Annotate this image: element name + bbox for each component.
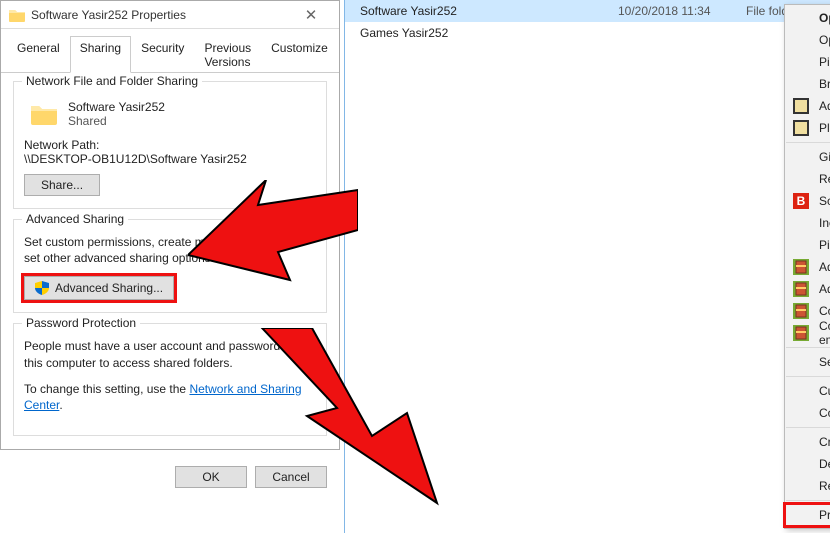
dialog-folder-icon: [9, 8, 25, 22]
menu-item-play-with-mpc-hc[interactable]: Play with MPC-HC: [785, 117, 830, 139]
properties-dialog: Software Yasir252 Properties ✕ General S…: [0, 0, 340, 450]
dialog-buttons: OK Cancel: [1, 454, 339, 500]
menu-item-browse-in-adobe-bridge-cs6[interactable]: Browse in Adobe Bridge CS6: [785, 73, 830, 95]
file-name: Software Yasir252: [360, 4, 610, 18]
file-date: 10/20/2018 11:34: [618, 4, 738, 18]
password-setting-line: To change this setting, use the Network …: [24, 381, 316, 413]
menu-item-pin-to-quick-access[interactable]: Pin to Quick access: [785, 51, 830, 73]
file-row[interactable]: Software Yasir25210/20/2018 11:34File fo…: [344, 0, 830, 22]
menu-item-label: Open in new window: [819, 33, 830, 47]
tabs: General Sharing Security Previous Versio…: [1, 29, 339, 73]
menu-separator: [786, 500, 830, 501]
menu-separator: [786, 142, 830, 143]
menu-item-label: Scan files with Bitdefender Antivirus Fr…: [819, 194, 830, 208]
menu-item-label: Play with MPC-HC: [819, 121, 830, 135]
menu-item-label: Add to archive...: [819, 260, 830, 274]
menu-item-label: Restore previous versions: [819, 172, 830, 186]
menu-item-compress-to-software-yasir252-rar-and-email[interactable]: Compress to "Software Yasir252.rar" and …: [785, 322, 830, 344]
titlebar: Software Yasir252 Properties ✕: [1, 1, 339, 29]
menu-item-label: Open: [819, 11, 830, 25]
network-path-label: Network Path:: [24, 138, 316, 152]
menu-item-label: Include in library: [819, 216, 830, 230]
advanced-sharing-group: Advanced Sharing Set custom permissions,…: [13, 219, 327, 313]
menu-item-label: Delete: [819, 457, 830, 471]
winrar-icon: [793, 303, 809, 319]
context-menu: Open Open in new window Pin to Quick acces…: [784, 4, 830, 529]
advanced-sharing-desc: Set custom permissions, create multiple …: [24, 234, 316, 266]
menu-item-label: Give access to: [819, 150, 830, 164]
folder-status: Shared: [68, 114, 165, 128]
menu-item-create-shortcut[interactable]: Create shortcut: [785, 431, 830, 453]
winrar-icon: [793, 281, 809, 297]
svg-text:B: B: [797, 194, 806, 208]
menu-item-delete[interactable]: Delete: [785, 453, 830, 475]
menu-separator: [786, 427, 830, 428]
ok-button[interactable]: OK: [175, 466, 247, 488]
menu-item-label: Create shortcut: [819, 435, 830, 449]
network-path: \\DESKTOP-OB1U12D\Software Yasir252: [24, 152, 316, 166]
close-icon[interactable]: ✕: [291, 6, 331, 24]
bitdefender-icon: B: [793, 193, 809, 209]
winrar-icon: [793, 259, 809, 275]
menu-item-include-in-library[interactable]: Include in library〉: [785, 212, 830, 234]
network-sharing-group: Network File and Folder Sharing Software…: [13, 81, 327, 209]
menu-item-label: Pin to Quick access: [819, 55, 830, 69]
password-setting-prefix: To change this setting, use the: [24, 382, 189, 396]
menu-item-pin-to-start[interactable]: Pin to Start: [785, 234, 830, 256]
menu-item-open[interactable]: Open: [785, 7, 830, 29]
group-title: Network File and Folder Sharing: [22, 74, 202, 88]
menu-item-add-to-software-yasir252-rar[interactable]: Add to "Software Yasir252.rar": [785, 278, 830, 300]
folder-name: Software Yasir252: [68, 100, 165, 114]
file-row[interactable]: Games Yasir252: [344, 22, 830, 44]
tab-security[interactable]: Security: [131, 36, 194, 73]
password-desc: People must have a user account and pass…: [24, 338, 316, 370]
group-title: Advanced Sharing: [22, 212, 128, 226]
menu-item-label: Compress to "Software Yasir252.rar" and …: [819, 319, 830, 347]
menu-item-cut[interactable]: Cut: [785, 380, 830, 402]
menu-item-give-access-to[interactable]: Give access to〉: [785, 146, 830, 168]
menu-item-restore-previous-versions[interactable]: Restore previous versions: [785, 168, 830, 190]
menu-separator: [786, 376, 830, 377]
explorer-pane: Software Yasir25210/20/2018 11:34File fo…: [344, 0, 830, 533]
dialog-title: Software Yasir252 Properties: [31, 8, 291, 22]
password-protection-group: Password Protection People must have a u…: [13, 323, 327, 436]
menu-item-scan-files-with-bitdefender-antivirus-free[interactable]: B Scan files with Bitdefender Antivirus F…: [785, 190, 830, 212]
menu-item-label: Compress and email...: [819, 304, 830, 318]
menu-item-label: Cut: [819, 384, 830, 398]
menu-item-copy[interactable]: Copy: [785, 402, 830, 424]
menu-item-label: Send to: [819, 355, 830, 369]
menu-item-properties[interactable]: Properties: [785, 504, 830, 526]
menu-item-label: Add to MPC-HC Playlist: [819, 99, 830, 113]
tab-general[interactable]: General: [7, 36, 70, 73]
share-button[interactable]: Share...: [24, 174, 100, 196]
divider: [344, 0, 345, 533]
menu-item-add-to-archive[interactable]: Add to archive...: [785, 256, 830, 278]
winrar-icon: [793, 325, 809, 341]
menu-item-label: Browse in Adobe Bridge CS6: [819, 77, 830, 91]
menu-item-label: Copy: [819, 406, 830, 420]
menu-item-label: Pin to Start: [819, 238, 830, 252]
menu-item-add-to-mpc-hc-playlist[interactable]: Add to MPC-HC Playlist: [785, 95, 830, 117]
uac-shield-icon: [35, 281, 49, 295]
mpc-icon: [793, 120, 809, 136]
menu-separator: [786, 347, 830, 348]
folder-info: Software Yasir252 Shared: [68, 100, 165, 128]
menu-item-label: Add to "Software Yasir252.rar": [819, 282, 830, 296]
tab-customize[interactable]: Customize: [261, 36, 338, 73]
advanced-sharing-button-label: Advanced Sharing...: [55, 281, 163, 295]
menu-item-open-in-new-window[interactable]: Open in new window: [785, 29, 830, 51]
menu-item-rename[interactable]: Rename: [785, 475, 830, 497]
menu-item-label: Properties: [819, 508, 830, 522]
menu-item-send-to[interactable]: Send to〉: [785, 351, 830, 373]
mpc-icon: [793, 98, 809, 114]
advanced-sharing-button[interactable]: Advanced Sharing...: [24, 276, 174, 300]
file-name: Games Yasir252: [360, 26, 610, 40]
tab-content: Network File and Folder Sharing Software…: [1, 73, 339, 454]
cancel-button[interactable]: Cancel: [255, 466, 327, 488]
tab-sharing[interactable]: Sharing: [70, 36, 131, 73]
group-title: Password Protection: [22, 316, 140, 330]
tab-previous-versions[interactable]: Previous Versions: [194, 36, 261, 73]
menu-item-label: Rename: [819, 479, 830, 493]
shared-folder-icon: [30, 102, 58, 126]
